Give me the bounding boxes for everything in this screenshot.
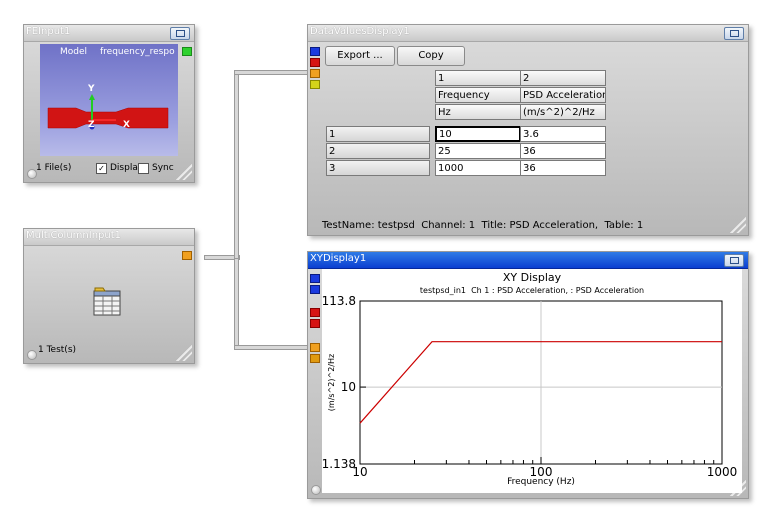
resize-grip[interactable] — [176, 345, 192, 361]
multicolumn-input-panel[interactable]: MultiColumnInput1 1 Test(s) — [23, 228, 195, 364]
axis-z-label: Z — [88, 120, 95, 130]
export-button[interactable]: Export ... — [325, 46, 395, 66]
fe-input-titlebar[interactable]: FEInput1 — [24, 25, 194, 42]
resize-grip[interactable] — [730, 217, 746, 233]
input-port-orange[interactable] — [310, 354, 320, 363]
fe-input-title: FEInput1 — [26, 26, 71, 37]
x-axis-label: Frequency (Hz) — [507, 477, 575, 487]
output-port-green[interactable] — [182, 47, 192, 56]
y-tick-label: 113.8 — [322, 294, 356, 308]
data-values-panel[interactable]: DataValuesDisplay1 Export ... Copy 1 2 F… — [307, 24, 749, 236]
input-port-blue[interactable] — [310, 285, 320, 294]
input-port-orange[interactable] — [310, 343, 320, 352]
table-cell[interactable]: 36 — [520, 160, 606, 176]
table-cell[interactable]: 3.6 — [520, 126, 606, 142]
input-port-blue[interactable] — [310, 274, 320, 283]
display-checkbox[interactable]: ✓ — [96, 163, 107, 174]
data-values-footer: TestName: testpsd Channel: 1 Title: PSD … — [322, 220, 644, 231]
input-port-red[interactable] — [310, 308, 320, 317]
xy-display-title: XYDisplay1 — [310, 253, 367, 264]
column-header-unit: (m/s^2)^2/Hz — [520, 104, 606, 120]
input-port-yellow[interactable] — [310, 80, 320, 89]
data-values-title: DataValuesDisplay1 — [310, 26, 410, 37]
input-port-red[interactable] — [310, 319, 320, 328]
xy-display-titlebar[interactable]: XYDisplay1 — [308, 252, 748, 269]
resize-grip[interactable] — [176, 164, 192, 180]
input-port-red[interactable] — [310, 58, 320, 67]
x-tick-label: 1000 — [707, 465, 738, 479]
column-header-name: PSD Acceleration — [520, 87, 606, 103]
plot-area[interactable]: XY Display testpsd_in1 Ch 1 : PSD Accele… — [322, 269, 742, 493]
data-values-titlebar[interactable]: DataValuesDisplay1 — [308, 25, 748, 42]
status-dot — [311, 485, 321, 495]
files-count: 1 File(s) — [36, 163, 72, 173]
y-tick-label: 1.138 — [322, 457, 356, 471]
fe-input-panel[interactable]: FEInput1 Model frequency_respo Y Z X 1 F… — [23, 24, 195, 183]
copy-button[interactable]: Copy — [397, 46, 465, 66]
maximize-icon[interactable] — [724, 254, 744, 267]
multicolumn-titlebar[interactable]: MultiColumnInput1 — [24, 229, 194, 246]
status-dot — [27, 350, 37, 360]
multicolumn-title: MultiColumnInput1 — [26, 230, 121, 241]
xy-chart[interactable]: 10 100 10001.13810113.8Frequency (Hz)(m/s^… — [322, 269, 742, 493]
axis-y-label: Y — [88, 84, 95, 94]
table-cell[interactable]: 1000 — [435, 160, 521, 176]
model-viewport[interactable]: Model frequency_respo Y Z X — [40, 44, 178, 156]
sync-checkbox[interactable] — [138, 163, 149, 174]
column-header-index: 1 — [435, 70, 521, 86]
output-port-orange[interactable] — [182, 251, 192, 260]
row-header[interactable]: 1 — [326, 126, 430, 142]
display-label: Displa — [110, 163, 138, 173]
column-header-unit: Hz — [435, 104, 521, 120]
column-header-index: 2 — [520, 70, 606, 86]
table-cell[interactable]: 10 — [435, 126, 521, 142]
y-tick-label: 10 — [341, 380, 356, 394]
row-header[interactable]: 2 — [326, 143, 430, 159]
input-port-orange[interactable] — [310, 69, 320, 78]
sync-label: Sync — [152, 163, 174, 173]
resize-grip[interactable] — [730, 480, 746, 496]
table-file-icon[interactable] — [93, 287, 123, 317]
row-header[interactable]: 3 — [326, 160, 430, 176]
xy-display-panel[interactable]: XYDisplay1 XY Display testpsd_in1 Ch 1 :… — [307, 251, 749, 499]
y-axis-label: (m/s^2)^2/Hz — [327, 354, 336, 411]
axis-x-label: X — [123, 120, 130, 130]
fe-model-shape — [47, 94, 169, 130]
maximize-icon[interactable] — [724, 27, 744, 40]
table-cell[interactable]: 25 — [435, 143, 521, 159]
tests-count: 1 Test(s) — [38, 345, 77, 355]
status-dot — [27, 169, 37, 179]
table-cell[interactable]: 36 — [520, 143, 606, 159]
maximize-icon[interactable] — [170, 27, 190, 40]
column-header-name: Frequency — [435, 87, 521, 103]
input-port-blue[interactable] — [310, 47, 320, 56]
